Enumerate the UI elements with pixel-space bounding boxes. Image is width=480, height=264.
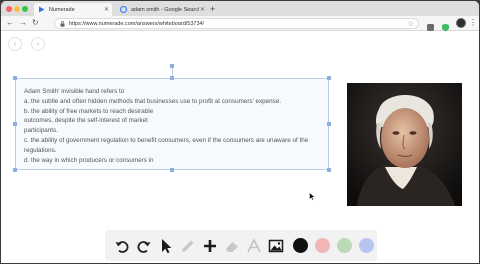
resize-handle-ne[interactable]	[327, 76, 331, 80]
question-line: a. the subtle and often hidden methods t…	[24, 97, 282, 105]
maximize-window-button[interactable]	[22, 6, 28, 12]
text-icon[interactable]	[243, 235, 265, 257]
resize-handle-w[interactable]	[13, 122, 17, 126]
reload-icon[interactable]: ↻	[32, 18, 39, 27]
rotate-handle[interactable]	[170, 64, 174, 68]
resize-handle-e[interactable]	[327, 122, 331, 126]
numerade-favicon-icon	[38, 6, 45, 13]
back-icon[interactable]: ←	[6, 18, 14, 27]
resize-handle-nw[interactable]	[13, 76, 17, 80]
drawing-toolbar	[105, 230, 377, 261]
mouse-cursor-icon	[309, 188, 316, 206]
color-swatch-red[interactable]	[314, 238, 330, 253]
resize-handle-sw[interactable]	[13, 168, 17, 172]
add-icon[interactable]	[199, 235, 221, 257]
address-bar[interactable]: https://www.numerade.com/answers/whitebo…	[54, 18, 419, 29]
question-line: outcomes, despite the self-interest of m…	[24, 117, 148, 125]
tab-strip: Numerade ✕ adam smith - Google Search ✕ …	[1, 1, 479, 16]
new-tab-icon[interactable]: +	[210, 4, 215, 14]
browser-toolbar: ← → ↻ https://www.numerade.com/answers/w…	[1, 16, 479, 32]
close-window-button[interactable]	[6, 6, 12, 12]
question-line: b. the ability of free markets to reach …	[24, 107, 154, 115]
extension-icon[interactable]	[426, 19, 435, 31]
close-tab-icon[interactable]: ✕	[103, 6, 110, 13]
tab-label: adam smith - Google Search	[131, 6, 199, 13]
question-line: c. the ability of government regulation …	[24, 136, 309, 144]
color-swatch-blue[interactable]	[358, 238, 374, 253]
previous-page-button[interactable]: ‹	[8, 37, 22, 51]
bookmark-star-icon[interactable]: ☆	[408, 20, 414, 28]
browser-menu-icon[interactable]: ⋮	[469, 18, 477, 27]
close-tab-icon[interactable]: ✕	[199, 6, 206, 13]
resize-handle-s[interactable]	[170, 168, 174, 172]
tab-numerade[interactable]: Numerade ✕	[34, 3, 112, 16]
image-icon[interactable]	[265, 235, 287, 257]
minimize-window-button[interactable]	[14, 6, 20, 12]
tab-label: Numerade	[49, 6, 75, 13]
shield-extension-icon[interactable]	[441, 19, 450, 32]
question-line: d. the way in which producers or consume…	[24, 156, 154, 164]
pen-icon[interactable]	[177, 235, 199, 257]
color-swatch-black[interactable]	[292, 238, 308, 253]
browser-window: Numerade ✕ adam smith - Google Search ✕ …	[1, 1, 479, 263]
question-line: Adam Smith' invisible hand refers to	[24, 88, 125, 95]
forward-icon[interactable]: →	[19, 18, 27, 27]
lock-icon	[60, 21, 65, 27]
resize-handle-se[interactable]	[327, 168, 331, 172]
tab-google-search[interactable]: adam smith - Google Search ✕	[116, 3, 208, 16]
pointer-icon[interactable]	[155, 235, 177, 257]
undo-icon[interactable]	[111, 235, 133, 257]
question-text: Adam Smith' invisible hand refers to a. …	[24, 87, 324, 165]
resize-handle-n[interactable]	[170, 76, 174, 80]
google-favicon-icon	[120, 6, 127, 13]
profile-avatar[interactable]	[456, 18, 466, 28]
question-line: participants.	[24, 127, 58, 135]
question-line: regulations.	[24, 146, 57, 154]
whiteboard-page: ‹ › Adam Smith' invisible hand refers to…	[1, 32, 479, 263]
adam-smith-portrait-image[interactable]	[347, 83, 462, 206]
redo-icon[interactable]	[133, 235, 155, 257]
eraser-icon[interactable]	[221, 235, 243, 257]
color-swatch-green[interactable]	[336, 238, 352, 253]
url-text: https://www.numerade.com/answers/whitebo…	[69, 20, 205, 27]
question-text-box[interactable]: Adam Smith' invisible hand refers to a. …	[13, 76, 331, 172]
next-page-button[interactable]: ›	[31, 37, 45, 51]
